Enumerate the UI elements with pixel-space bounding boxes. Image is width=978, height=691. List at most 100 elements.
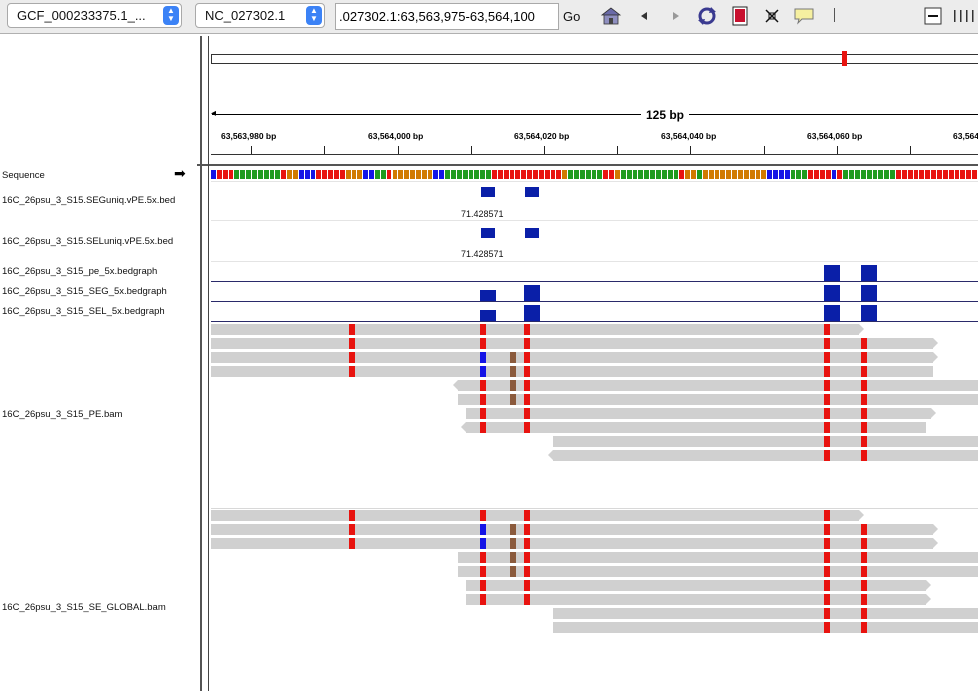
bed-feature[interactable] <box>525 228 539 238</box>
bedgraph-bar[interactable] <box>480 310 496 321</box>
track-name-seluniq-bed[interactable]: 16C_26psu_3_S15.SELuniq.vPE.5x.bed <box>2 236 173 247</box>
sequence-base <box>550 170 556 179</box>
panel-divider-inner <box>208 36 209 691</box>
genome-select[interactable]: GCF_000233375.1_... ▲ ▼ <box>7 3 182 28</box>
mismatch-base <box>510 366 516 377</box>
home-icon[interactable] <box>600 5 622 27</box>
sequence-base <box>960 170 966 179</box>
mismatch-base <box>480 566 486 577</box>
sequence-base <box>521 170 527 179</box>
sequence-base <box>942 170 948 179</box>
chromosome-ideogram[interactable] <box>211 54 978 64</box>
alignment-read[interactable] <box>553 436 978 447</box>
alignment-track-pe[interactable] <box>211 324 978 464</box>
alignment-read[interactable] <box>553 622 978 633</box>
alignment-read[interactable] <box>458 566 978 577</box>
mismatch-base <box>861 366 867 377</box>
sequence-base <box>421 170 427 179</box>
sequence-base <box>333 170 339 179</box>
bedgraph-bar[interactable] <box>524 285 540 301</box>
chromosome-select[interactable]: NC_027302.1 ▲ ▼ <box>195 3 325 28</box>
track-name-seg-bedgraph[interactable]: 16C_26psu_3_S15_SEG_5x.bedgraph <box>2 286 167 297</box>
bed-feature[interactable] <box>481 228 495 238</box>
alignment-read[interactable] <box>548 450 978 461</box>
back-icon[interactable] <box>633 5 655 27</box>
sequence-base <box>404 170 410 179</box>
bedgraph-bar[interactable] <box>824 285 840 301</box>
mismatch-base <box>824 408 830 419</box>
mismatch-base <box>524 552 530 563</box>
alignment-read[interactable] <box>458 394 978 405</box>
alignment-read[interactable] <box>211 510 864 521</box>
mismatch-base <box>824 352 830 363</box>
mismatch-base <box>510 524 516 535</box>
panel-divider[interactable] <box>200 36 202 691</box>
sequence-base <box>328 170 333 179</box>
mismatch-base <box>510 552 516 563</box>
zoom-slider-icon[interactable] <box>950 5 978 27</box>
strand-arrow-icon[interactable]: ➡ <box>174 166 186 180</box>
toolbar-separator <box>834 8 835 22</box>
locus-input[interactable]: .027302.1:63,563,975-63,564,100 <box>335 3 559 30</box>
forward-icon[interactable] <box>665 5 687 27</box>
mismatch-base <box>824 524 830 535</box>
track-name-se-global-bam[interactable]: 16C_26psu_3_S15_SE_GLOBAL.bam <box>2 602 166 613</box>
sequence-base <box>808 170 814 179</box>
go-button[interactable]: Go <box>563 3 580 30</box>
mismatch-base <box>861 380 867 391</box>
refresh-icon[interactable] <box>696 5 718 27</box>
roi-icon[interactable] <box>729 5 751 27</box>
mismatch-base <box>480 408 486 419</box>
sequence-base <box>591 170 597 179</box>
alignment-read[interactable] <box>458 552 978 563</box>
bed-feature-score: 71.428571 <box>461 249 504 259</box>
bedgraph-bar[interactable] <box>824 265 840 281</box>
mismatch-base <box>824 566 830 577</box>
sequence-base <box>726 170 732 179</box>
locus-input-value: .027302.1:63,563,975-63,564,100 <box>339 9 535 24</box>
sequence-base <box>345 170 351 179</box>
alignment-read[interactable] <box>453 380 978 391</box>
mismatch-base <box>524 380 530 391</box>
bedgraph-bar[interactable] <box>824 305 840 321</box>
mismatch-base <box>861 352 867 363</box>
track-name-sequence[interactable]: Sequence <box>2 170 45 181</box>
sequence-base <box>257 170 263 179</box>
bedgraph-bar[interactable] <box>480 290 496 301</box>
alignment-track-se-global[interactable] <box>211 510 978 640</box>
track-name-seguniq-bed[interactable]: 16C_26psu_3_S15.SEGuniq.vPE.5x.bed <box>2 195 175 206</box>
sequence-base <box>673 170 679 179</box>
sequence-base <box>445 170 451 179</box>
ruler-tick <box>617 146 618 154</box>
track-name-pe-bam[interactable]: 16C_26psu_3_S15_PE.bam <box>2 409 122 420</box>
track-name-sel-bedgraph[interactable]: 16C_26psu_3_S15_SEL_5x.bedgraph <box>2 306 165 317</box>
popup-info-icon[interactable] <box>793 5 815 27</box>
bedgraph-bar[interactable] <box>861 265 877 281</box>
alignment-read[interactable] <box>466 594 931 605</box>
bedgraph-bar[interactable] <box>524 305 540 321</box>
genome-select-label: GCF_000233375.1_... <box>17 8 146 23</box>
ruler-tick <box>398 146 399 154</box>
data-panel[interactable]: 71.428571 71.428571 <box>211 166 978 691</box>
alignment-read[interactable] <box>553 608 978 619</box>
bed-feature[interactable] <box>481 187 495 197</box>
track-name-pe-bedgraph[interactable]: 16C_26psu_3_S15_pe_5x.bedgraph <box>2 266 157 277</box>
fit-icon[interactable] <box>761 5 783 27</box>
alignment-read[interactable] <box>466 580 931 591</box>
ruler-position-label: 63,563,980 bp <box>221 131 277 141</box>
sequence-base <box>661 170 667 179</box>
alignment-read[interactable] <box>461 422 926 433</box>
mismatch-base <box>824 538 830 549</box>
sequence-base <box>878 170 884 179</box>
sequence-base <box>966 170 972 179</box>
ruler-tick <box>544 146 545 154</box>
sequence-base <box>650 170 655 179</box>
bedgraph-bar[interactable] <box>861 305 877 321</box>
ideogram-current-region <box>842 51 847 66</box>
mismatch-base <box>349 524 355 535</box>
alignment-read[interactable] <box>211 324 864 335</box>
sequence-base <box>263 170 269 179</box>
zoom-out-icon[interactable] <box>922 5 944 27</box>
bed-feature[interactable] <box>525 187 539 197</box>
bedgraph-bar[interactable] <box>861 285 877 301</box>
